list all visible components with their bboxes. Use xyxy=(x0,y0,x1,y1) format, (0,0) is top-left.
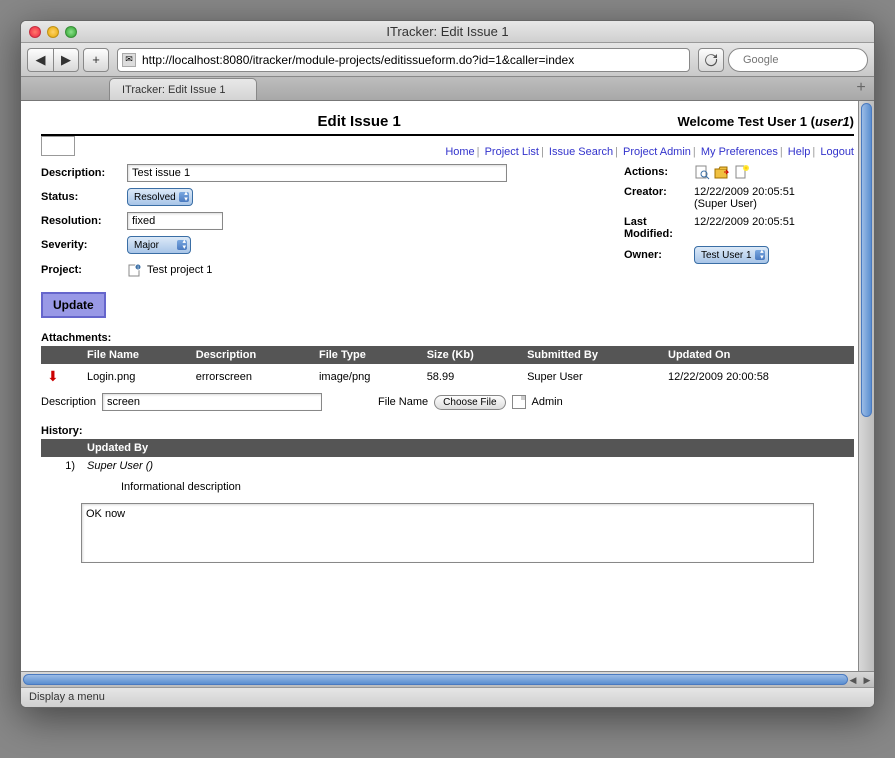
label-severity: Severity: xyxy=(41,239,127,251)
add-bookmark-button[interactable]: + xyxy=(83,48,109,72)
download-icon[interactable]: ⬇ xyxy=(47,368,59,384)
cell-file-name: Login.png xyxy=(81,364,190,389)
nav-my-preferences[interactable]: My Preferences xyxy=(701,146,778,158)
browser-toolbar: ◀ ▶ + ✉ xyxy=(21,43,874,77)
history-table: Updated By 1) Super User () Informationa… xyxy=(41,439,854,499)
resolution-input[interactable] xyxy=(127,212,223,230)
file-icon xyxy=(512,395,526,409)
new-action-icon[interactable] xyxy=(734,164,750,180)
history-description: Informational description xyxy=(81,475,854,499)
vertical-scrollbar[interactable] xyxy=(858,101,874,671)
logo-placeholder xyxy=(41,136,75,156)
horizontal-scrollbar[interactable]: ◀ ▶ xyxy=(21,671,874,687)
attachment-row: ⬇ Login.png errorscreen image/png 58.99 … xyxy=(41,364,854,389)
label-creator: Creator: xyxy=(624,186,694,198)
col-updated-on: Updated On xyxy=(662,346,854,364)
view-action-icon[interactable] xyxy=(694,164,710,180)
history-label: History: xyxy=(41,425,854,437)
titlebar: ITracker: Edit Issue 1 xyxy=(21,21,874,43)
status-select[interactable]: Resolved▴▾ xyxy=(127,188,193,206)
cell-submitted-by: Super User xyxy=(521,364,662,389)
url-input[interactable] xyxy=(140,52,685,68)
cell-updated-on: 12/22/2009 20:00:58 xyxy=(662,364,854,389)
col-description: Description xyxy=(190,346,313,364)
creator-name: (Super User) xyxy=(694,198,795,210)
label-owner: Owner: xyxy=(624,249,694,261)
nav-project-admin[interactable]: Project Admin xyxy=(623,146,691,158)
history-updated-by: Super User () xyxy=(87,460,153,472)
cell-description: errorscreen xyxy=(190,364,313,389)
window-controls xyxy=(29,26,77,38)
page-title: Edit Issue 1 xyxy=(318,113,401,130)
tab-strip: ITracker: Edit Issue 1 + xyxy=(21,77,874,101)
tab-label: ITracker: Edit Issue 1 xyxy=(122,84,226,96)
last-modified-value: 12/22/2009 20:05:51 xyxy=(694,216,795,228)
nav-project-list[interactable]: Project List xyxy=(485,146,539,158)
browser-window: ITracker: Edit Issue 1 ◀ ▶ + ✉ ITracker:… xyxy=(20,20,875,708)
forward-button[interactable]: ▶ xyxy=(53,48,79,72)
page-header: Edit Issue 1 Welcome Test User 1 (user1) xyxy=(41,109,854,136)
label-description: Description: xyxy=(41,167,127,179)
label-resolution: Resolution: xyxy=(41,215,127,227)
new-attachment-description-input[interactable] xyxy=(102,393,322,411)
welcome-text: Welcome Test User 1 (user1) xyxy=(677,114,854,129)
project-icon: i xyxy=(127,262,143,278)
nav-links: Home| Project List| Issue Search| Projec… xyxy=(445,146,854,158)
update-button[interactable]: Update xyxy=(41,292,106,318)
scroll-left-icon[interactable]: ◀ xyxy=(846,672,860,688)
status-text: Display a menu xyxy=(29,691,105,703)
issue-form: Description: Status: Resolved▴▾ Resoluti… xyxy=(41,164,854,292)
label-actions: Actions: xyxy=(624,166,694,178)
file-status-text: Admin xyxy=(532,396,563,408)
col-submitted-by: Submitted By xyxy=(521,346,662,364)
browser-tab[interactable]: ITracker: Edit Issue 1 xyxy=(109,78,257,100)
new-tab-button[interactable]: + xyxy=(852,80,870,98)
close-button[interactable] xyxy=(29,26,41,38)
choose-file-button[interactable]: Choose File xyxy=(434,395,505,410)
project-name: Test project 1 xyxy=(147,264,212,276)
label-last-modified: LastModified: xyxy=(624,216,694,240)
col-size: Size (Kb) xyxy=(421,346,521,364)
status-bar: Display a menu xyxy=(21,687,874,707)
severity-select[interactable]: Major▴▾ xyxy=(127,236,191,254)
label-file-name: File Name xyxy=(378,396,428,408)
attachments-table: File Name Description File Type Size (Kb… xyxy=(41,346,854,389)
minimize-button[interactable] xyxy=(47,26,59,38)
search-box[interactable] xyxy=(728,48,868,72)
nav-logout[interactable]: Logout xyxy=(820,146,854,158)
history-row: 1) Super User () xyxy=(41,457,854,475)
reload-button[interactable] xyxy=(698,48,724,72)
attachments-label: Attachments: xyxy=(41,332,854,344)
search-input[interactable] xyxy=(741,53,875,67)
favicon: ✉ xyxy=(122,53,136,67)
back-button[interactable]: ◀ xyxy=(27,48,53,72)
owner-select[interactable]: Test User 1▴▾ xyxy=(694,246,769,264)
label-new-desc: Description xyxy=(41,396,96,408)
attachment-upload-row: Description File Name Choose File Admin xyxy=(41,393,854,411)
nav-issue-search[interactable]: Issue Search xyxy=(549,146,613,158)
nav-home[interactable]: Home xyxy=(445,146,474,158)
creator-date: 12/22/2009 20:05:51 xyxy=(694,186,795,198)
horizontal-scroll-thumb[interactable] xyxy=(23,674,848,685)
col-file-type: File Type xyxy=(313,346,421,364)
zoom-button[interactable] xyxy=(65,26,77,38)
vertical-scroll-thumb[interactable] xyxy=(861,103,872,417)
svg-text:i: i xyxy=(137,265,138,271)
page-content: Edit Issue 1 Welcome Test User 1 (user1)… xyxy=(21,101,874,671)
reload-icon xyxy=(704,53,718,67)
label-status: Status: xyxy=(41,191,127,203)
url-bar[interactable]: ✉ xyxy=(117,48,690,72)
window-title: ITracker: Edit Issue 1 xyxy=(21,24,874,39)
move-action-icon[interactable] xyxy=(714,164,730,180)
description-input[interactable] xyxy=(127,164,507,182)
nav-help[interactable]: Help xyxy=(788,146,811,158)
col-updated-by: Updated By xyxy=(81,439,854,457)
col-file-name: File Name xyxy=(81,346,190,364)
cell-size: 58.99 xyxy=(421,364,521,389)
cell-file-type: image/png xyxy=(313,364,421,389)
history-comment-textarea[interactable]: OK now xyxy=(81,503,814,563)
scroll-right-icon[interactable]: ▶ xyxy=(860,672,874,688)
label-project: Project: xyxy=(41,264,127,276)
history-num: 1) xyxy=(41,457,81,475)
